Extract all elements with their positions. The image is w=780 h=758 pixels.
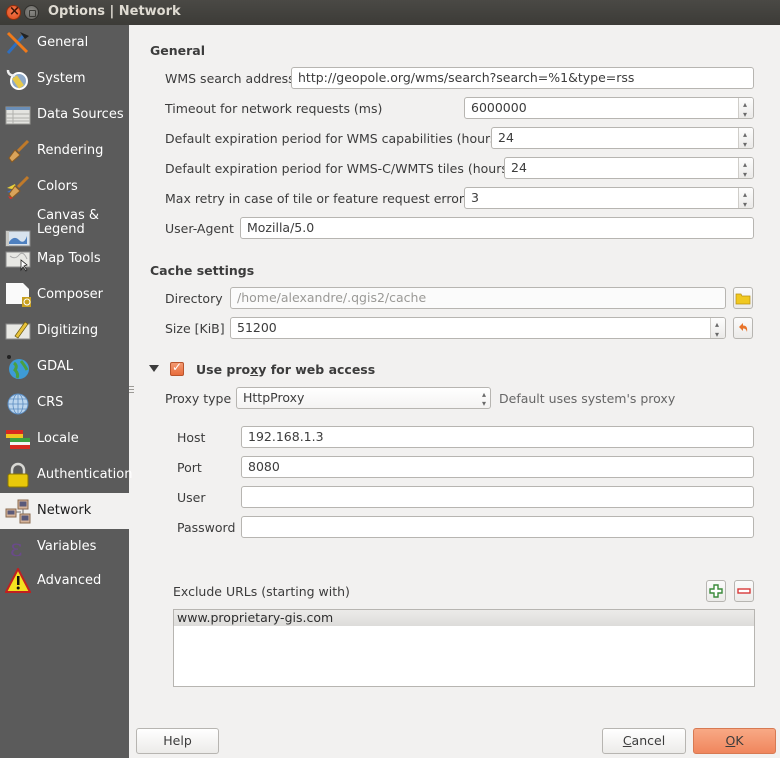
system-gear-icon (5, 66, 31, 92)
collapse-proxy-section-toggle[interactable] (149, 365, 159, 372)
plus-icon (709, 584, 723, 598)
minus-icon (737, 588, 751, 594)
network-computers-icon (5, 498, 31, 524)
proxy-type-hint: Default uses system's proxy (499, 391, 676, 406)
cancel-button[interactable]: Cancel (602, 728, 686, 754)
flags-icon (5, 426, 31, 452)
sidebar-item-digitizing[interactable]: Digitizing (0, 313, 129, 349)
proxy-port-label: Port (177, 460, 202, 475)
proxy-type-label: Proxy type (165, 391, 232, 406)
wms-search-input[interactable]: http://geopole.org/wms/search?search=%1&… (291, 67, 754, 89)
user-agent-input[interactable]: Mozilla/5.0 (240, 217, 754, 239)
proxy-password-label: Password (177, 520, 236, 535)
cache-directory-input[interactable]: /home/alexandre/.qgis2/cache (230, 287, 726, 309)
wmts-tiles-expiration-spinbox[interactable]: 24 (504, 157, 754, 179)
title-bar: Options | Network (0, 0, 780, 25)
timeout-label: Timeout for network requests (ms) (165, 101, 383, 116)
cache-size-label: Size [KiB] (165, 321, 225, 336)
digitizing-pencil-icon (5, 318, 31, 344)
max-retry-label: Max retry in case of tile or feature req… (165, 191, 471, 206)
close-window-button[interactable] (6, 4, 21, 20)
globe-icon (5, 354, 31, 380)
timeout-spin-buttons[interactable] (738, 98, 753, 118)
options-sidebar: General System Data Sources Rendering Co… (0, 25, 132, 758)
undo-arrow-icon (739, 323, 748, 332)
cache-directory-label: Directory (165, 291, 223, 306)
sidebar-item-variables[interactable]: ε Variables (0, 529, 129, 565)
exclude-urls-label: Exclude URLs (starting with) (173, 584, 350, 599)
canvas-map-icon (5, 210, 31, 247)
timeout-value: 6000000 (471, 100, 527, 115)
epsilon-icon: ε (5, 534, 31, 562)
sidebar-item-locale[interactable]: Locale (0, 421, 129, 457)
wms-capabilities-expiration-value: 24 (498, 130, 514, 145)
proxy-user-label: User (177, 490, 206, 505)
wmts-tiles-expiration-label: Default expiration period for WMS-C/WMTS… (165, 161, 513, 176)
general-section-title: General (150, 43, 205, 58)
crs-globe-grid-icon (5, 390, 31, 416)
proxy-type-combobox[interactable]: HttpProxy ▴ ▾ (236, 387, 491, 409)
minimize-window-button[interactable] (24, 5, 39, 20)
color-brush-icon (5, 174, 31, 200)
proxy-port-input[interactable]: 8080 (241, 456, 754, 478)
hammer-screwdriver-icon (5, 30, 31, 56)
sidebar-item-gdal[interactable]: GDAL (0, 349, 129, 385)
wmts-tiles-spin-buttons[interactable] (738, 158, 753, 178)
sidebar-item-system[interactable]: System (0, 61, 129, 97)
sidebar-item-authentication[interactable]: Authentication (0, 457, 132, 493)
sidebar-item-crs[interactable]: CRS (0, 385, 129, 421)
cache-section-title: Cache settings (150, 263, 255, 278)
browse-directory-button[interactable] (733, 287, 753, 309)
composer-page-icon (5, 282, 32, 308)
use-proxy-label: Use proxy for web access (196, 362, 376, 377)
exclude-urls-list[interactable]: www.proprietary-gis.com (173, 609, 755, 687)
wms-search-label: WMS search address (165, 71, 295, 86)
user-agent-label: User-Agent (165, 221, 234, 236)
sidebar-item-advanced[interactable]: Advanced (0, 563, 129, 599)
proxy-password-input[interactable] (241, 516, 754, 538)
padlock-icon (5, 462, 31, 488)
use-proxy-checkbox[interactable] (170, 360, 184, 376)
combo-arrows-icon: ▴ ▾ (481, 390, 486, 408)
remove-exclude-url-button[interactable] (734, 580, 754, 602)
proxy-user-input[interactable] (241, 486, 754, 508)
warning-icon (4, 566, 32, 594)
map-cursor-icon (5, 246, 31, 272)
sidebar-item-colors[interactable]: Colors (0, 169, 129, 205)
max-retry-spin-buttons[interactable] (738, 188, 753, 208)
wms-capabilities-spin-buttons[interactable] (738, 128, 753, 148)
svg-text:ε: ε (10, 534, 22, 560)
add-exclude-url-button[interactable] (706, 580, 726, 602)
wms-capabilities-expiration-label: Default expiration period for WMS capabi… (165, 131, 502, 146)
timeout-spinbox[interactable]: 6000000 (464, 97, 754, 119)
max-retry-spinbox[interactable]: 3 (464, 187, 754, 209)
paintbrush-icon (5, 138, 31, 164)
max-retry-value: 3 (471, 190, 479, 205)
proxy-type-value: HttpProxy (243, 390, 305, 405)
wmts-tiles-expiration-value: 24 (511, 160, 527, 175)
window-title: Options | Network (48, 4, 181, 19)
wms-capabilities-expiration-spinbox[interactable]: 24 (491, 127, 754, 149)
cache-size-value: 51200 (237, 320, 277, 335)
clear-cache-button[interactable] (733, 317, 753, 339)
network-settings-panel: General WMS search address http://geopol… (130, 25, 780, 758)
exclude-url-item[interactable]: www.proprietary-gis.com (174, 610, 754, 626)
sidebar-item-network[interactable]: Network (0, 493, 129, 529)
cache-size-spin-buttons[interactable] (710, 318, 725, 338)
ok-button[interactable]: OK (693, 728, 776, 754)
folder-icon (735, 293, 751, 305)
cache-size-spinbox[interactable]: 51200 (230, 317, 726, 339)
sidebar-item-data-sources[interactable]: Data Sources (0, 97, 129, 133)
sidebar-item-canvas-legend[interactable]: Canvas & Legend (0, 205, 129, 247)
sidebar-item-general[interactable]: General (0, 25, 129, 61)
proxy-host-label: Host (177, 430, 206, 445)
sidebar-item-composer[interactable]: Composer (0, 277, 129, 313)
proxy-host-input[interactable]: 192.168.1.3 (241, 426, 754, 448)
table-icon (5, 102, 31, 128)
help-button[interactable]: Help (136, 728, 219, 754)
sidebar-item-rendering[interactable]: Rendering (0, 133, 129, 169)
sidebar-item-map-tools[interactable]: Map Tools (0, 241, 129, 277)
